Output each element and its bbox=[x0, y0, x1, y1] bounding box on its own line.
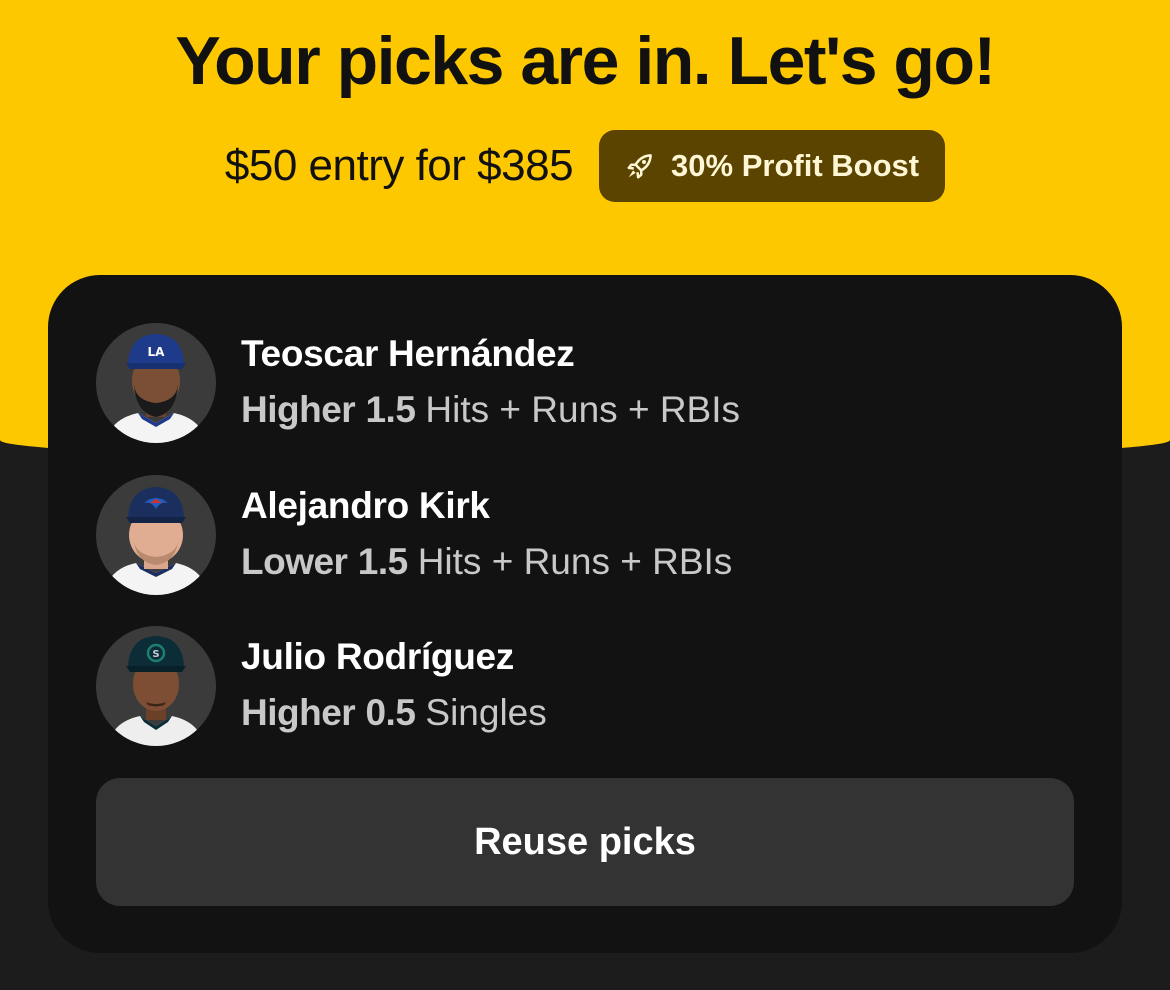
page-title: Your picks are in. Let's go! bbox=[175, 23, 996, 99]
pick-stat: Hits + Runs + RBIs bbox=[417, 541, 733, 582]
svg-text:S: S bbox=[152, 649, 159, 660]
player-avatar: LA bbox=[96, 323, 216, 443]
player-name: Alejandro Kirk bbox=[241, 485, 490, 526]
pick-line-value: 0.5 bbox=[365, 692, 416, 733]
player-name: Julio Rodríguez bbox=[241, 636, 515, 677]
pick-stat: Hits + Runs + RBIs bbox=[425, 389, 741, 430]
rocket-icon bbox=[627, 154, 652, 179]
profit-boost-badge: 30% Profit Boost bbox=[599, 130, 946, 202]
pick-item: S Julio Rodríguez Higher 0.5 Singles bbox=[96, 626, 1076, 746]
player-avatar: S bbox=[96, 626, 216, 746]
pick-detail: Higher 1.5 Hits + Runs + RBIs bbox=[241, 389, 740, 431]
pick-line-value: 1.5 bbox=[357, 541, 408, 582]
player-name: Teoscar Hernández bbox=[241, 333, 575, 374]
picks-card: LA Teoscar Hernández Higher 1.5 Hits + Ru… bbox=[48, 275, 1122, 953]
pick-item: LA Teoscar Hernández Higher 1.5 Hits + Ru… bbox=[96, 323, 1076, 443]
pick-item: Alejandro Kirk Lower 1.5 Hits + Runs + RB… bbox=[96, 475, 1076, 595]
pick-stat: Singles bbox=[425, 692, 547, 733]
pick-detail: Lower 1.5 Hits + Runs + RBIs bbox=[241, 541, 732, 583]
pick-direction: Higher bbox=[241, 692, 356, 733]
svg-text:LA: LA bbox=[148, 345, 166, 359]
pick-detail: Higher 0.5 Singles bbox=[241, 692, 547, 734]
player-avatar bbox=[96, 475, 216, 595]
entry-amount: $50 entry for $385 bbox=[224, 141, 574, 190]
pick-direction: Lower bbox=[241, 541, 348, 582]
pick-line-value: 1.5 bbox=[365, 389, 416, 430]
reuse-picks-button[interactable]: Reuse picks bbox=[96, 778, 1074, 906]
pick-direction: Higher bbox=[241, 389, 356, 430]
entry-summary: $50 entry for $385 30% Profit Boost bbox=[0, 130, 1170, 202]
profit-boost-label: 30% Profit Boost bbox=[671, 148, 920, 183]
